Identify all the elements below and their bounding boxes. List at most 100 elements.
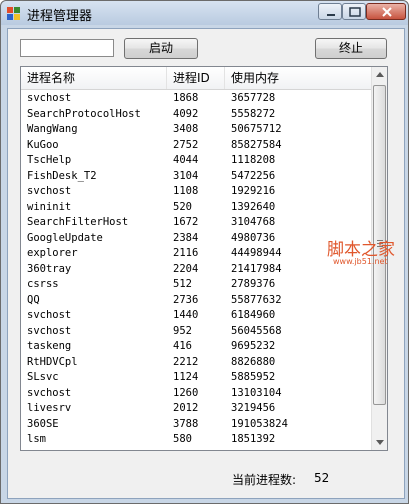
process-name-cell: lsm: [27, 433, 46, 445]
close-icon: [382, 7, 392, 17]
process-name-cell: livesrv: [27, 402, 72, 414]
process-count-label: 当前进程数:: [232, 473, 297, 487]
process-name-cell: svchost: [27, 386, 72, 399]
process-name-cell: svchost: [27, 309, 72, 321]
list-item[interactable]: svchost 1260 13103104: [21, 386, 371, 402]
process-name-cell: svchost: [27, 324, 72, 337]
list-item[interactable]: TscHelp 4044 1118208: [21, 153, 371, 169]
process-name-input[interactable]: [20, 39, 114, 57]
process-pid-cell: 3408: [173, 123, 199, 135]
process-pid-cell: 2116: [173, 247, 199, 259]
process-mem-cell: 1118208: [231, 154, 276, 166]
process-name-cell: GoogleUpdate: [27, 231, 103, 244]
list-item[interactable]: svchost 1868 3657728: [21, 91, 371, 107]
list-item[interactable]: csrss 512 2789376: [21, 277, 371, 293]
process-mem-cell: 55877632: [231, 293, 282, 306]
watermark-logo: 脚本之家 www.jb51.net: [319, 235, 409, 271]
list-item[interactable]: SearchFilterHost 1672 3104768: [21, 215, 371, 231]
process-mem-cell: 4980736: [231, 231, 276, 244]
process-pid-cell: 952: [173, 324, 192, 337]
scroll-up-button[interactable]: [372, 67, 387, 83]
scroll-up-icon: [376, 72, 384, 77]
process-pid-cell: 1440: [173, 309, 199, 321]
list-item[interactable]: SLsvc 1124 5885952: [21, 370, 371, 386]
scroll-down-icon: [376, 440, 384, 445]
process-name-cell: 360tray: [27, 262, 72, 275]
window-title: 进程管理器: [27, 9, 93, 24]
list-item[interactable]: wininit 520 1392640: [21, 200, 371, 216]
list-item[interactable]: svchost 1108 1929216: [21, 184, 371, 200]
process-mem-cell: 3657728: [231, 92, 276, 104]
process-mem-cell: 5558272: [231, 107, 276, 120]
process-mem-cell: 5885952: [231, 371, 276, 383]
process-mem-cell: 50675712: [231, 123, 282, 135]
process-name-cell: WangWang: [27, 123, 78, 135]
process-name-cell: TscHelp: [27, 154, 72, 166]
process-pid-cell: 520: [173, 200, 192, 213]
process-name-cell: KuGoo: [27, 138, 59, 151]
list-item[interactable]: QQ 2736 55877632: [21, 293, 371, 309]
list-item[interactable]: WangWang 3408 50675712: [21, 122, 371, 138]
start-button[interactable]: 启动: [124, 38, 198, 59]
list-item[interactable]: svchost 952 56045568: [21, 324, 371, 340]
process-mem-cell: 6184960: [231, 309, 276, 321]
process-name-cell: svchost: [27, 92, 72, 104]
list-item[interactable]: SearchProtocolHost 4092 5558272: [21, 107, 371, 123]
process-pid-cell: 1124: [173, 371, 199, 383]
process-name-cell: 360SE: [27, 417, 59, 430]
process-mem-cell: 8826880: [231, 355, 276, 368]
process-name-cell: SearchProtocolHost: [27, 107, 141, 120]
list-item[interactable]: livesrv 2012 3219456: [21, 401, 371, 417]
list-header: 进程名称 进程ID 使用内存: [21, 67, 371, 90]
list-item[interactable]: RtHDVCpl 2212 8826880: [21, 355, 371, 371]
process-mem-cell: 13103104: [231, 386, 282, 399]
app-icon: [7, 6, 21, 20]
close-button[interactable]: [366, 3, 406, 20]
process-name-cell: wininit: [27, 200, 72, 213]
process-mem-cell: 21417984: [231, 262, 282, 275]
process-mem-cell: 2789376: [231, 278, 276, 290]
list-item[interactable]: FishDesk_T2 3104 5472256: [21, 169, 371, 185]
watermark-url: www.jb51.net: [333, 257, 388, 266]
process-pid-cell: 1260: [173, 386, 199, 399]
terminate-button[interactable]: 终止: [315, 38, 387, 59]
column-header-name[interactable]: 进程名称: [21, 67, 167, 89]
process-pid-cell: 3788: [173, 417, 199, 430]
process-pid-cell: 3104: [173, 169, 199, 182]
column-header-pid[interactable]: 进程ID: [167, 67, 225, 89]
process-name-cell: RtHDVCpl: [27, 355, 78, 368]
list-item[interactable]: 360SE 3788 191053824: [21, 417, 371, 433]
process-pid-cell: 2736: [173, 293, 199, 306]
process-pid-cell: 512: [173, 278, 192, 290]
process-mem-cell: 56045568: [231, 324, 282, 337]
process-mem-cell: 5472256: [231, 169, 276, 182]
title-bar[interactable]: 进程管理器: [1, 1, 408, 25]
process-pid-cell: 580: [173, 433, 192, 445]
process-name-cell: SearchFilterHost: [27, 216, 129, 228]
minimize-button[interactable]: [318, 3, 342, 20]
list-item[interactable]: svchost 1440 6184960: [21, 308, 371, 324]
process-name-cell: csrss: [27, 278, 59, 290]
process-name-cell: explorer: [27, 247, 78, 259]
list-item[interactable]: taskeng 416 9695232: [21, 339, 371, 355]
process-mem-cell: 3219456: [231, 402, 276, 414]
process-pid-cell: 4092: [173, 107, 199, 120]
column-header-memory[interactable]: 使用内存: [225, 67, 371, 89]
process-pid-cell: 2204: [173, 262, 199, 275]
process-pid-cell: 1868: [173, 92, 199, 104]
process-mem-cell: 1392640: [231, 200, 276, 213]
process-name-cell: svchost: [27, 185, 72, 197]
process-name-cell: SLsvc: [27, 371, 59, 383]
scroll-down-button[interactable]: [372, 434, 387, 450]
list-item[interactable]: KuGoo 2752 85827584: [21, 138, 371, 154]
process-mem-cell: 191053824: [231, 417, 288, 430]
maximize-icon: [349, 7, 361, 17]
minimize-icon: [327, 14, 335, 16]
process-name-cell: taskeng: [27, 340, 72, 352]
maximize-button[interactable]: [342, 3, 366, 20]
process-pid-cell: 4044: [173, 154, 199, 166]
process-mem-cell: 44498944: [231, 247, 282, 259]
process-pid-cell: 416: [173, 340, 192, 352]
process-mem-cell: 85827584: [231, 138, 282, 151]
list-item[interactable]: lsm 580 1851392: [21, 432, 371, 448]
